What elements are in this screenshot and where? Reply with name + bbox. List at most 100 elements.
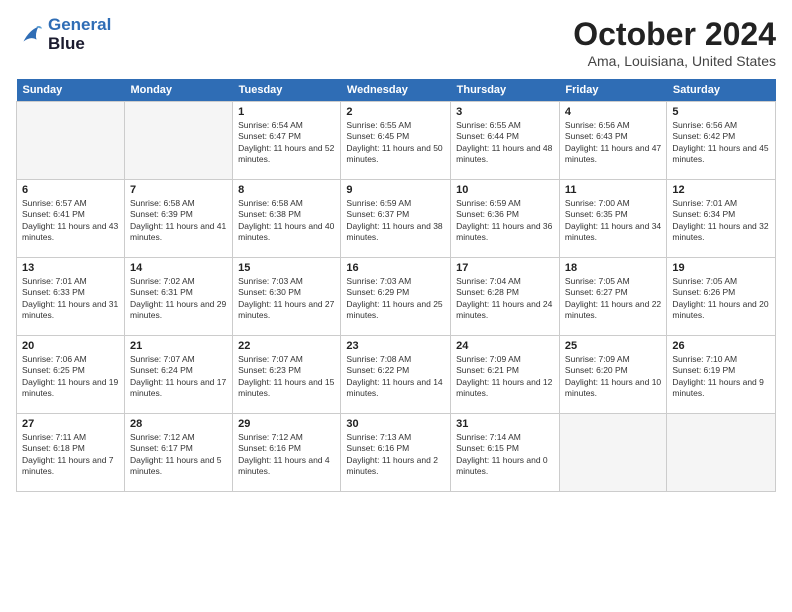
calendar-cell: 11Sunrise: 7:00 AMSunset: 6:35 PMDayligh… <box>559 180 666 258</box>
calendar-cell <box>17 102 125 180</box>
location: Ama, Louisiana, United States <box>573 53 776 69</box>
cell-content: Sunrise: 7:05 AMSunset: 6:27 PMDaylight:… <box>565 276 661 322</box>
calendar-cell: 28Sunrise: 7:12 AMSunset: 6:17 PMDayligh… <box>124 414 232 492</box>
day-number: 12 <box>672 184 770 196</box>
weekday-header-tuesday: Tuesday <box>233 79 341 102</box>
calendar-cell: 18Sunrise: 7:05 AMSunset: 6:27 PMDayligh… <box>559 258 666 336</box>
page: General Blue October 2024 Ama, Louisiana… <box>0 0 792 612</box>
calendar-cell: 27Sunrise: 7:11 AMSunset: 6:18 PMDayligh… <box>17 414 125 492</box>
cell-content: Sunrise: 7:05 AMSunset: 6:26 PMDaylight:… <box>672 276 770 322</box>
calendar-cell: 8Sunrise: 6:58 AMSunset: 6:38 PMDaylight… <box>233 180 341 258</box>
day-number: 19 <box>672 262 770 274</box>
calendar-cell: 13 Sunrise: 7:01 AMSunset: 6:33 PMDayligh… <box>17 258 125 336</box>
day-number: 27 <box>22 418 119 430</box>
day-number: 24 <box>456 340 554 352</box>
logo: General Blue <box>16 16 111 53</box>
day-number: 13 <box>22 262 119 274</box>
calendar-cell: 31 Sunrise: 7:14 AMSunset: 6:15 PMDayligh… <box>451 414 560 492</box>
calendar-cell: 19 Sunrise: 7:05 AMSunset: 6:26 PMDayligh… <box>667 258 776 336</box>
calendar-cell: 3Sunrise: 6:55 AMSunset: 6:44 PMDaylight… <box>451 102 560 180</box>
calendar-cell <box>667 414 776 492</box>
day-number: 14 <box>130 262 227 274</box>
day-number: 29 <box>238 418 335 430</box>
cell-content: Sunrise: 6:56 AMSunset: 6:43 PMDaylight:… <box>565 120 661 166</box>
cell-content: Sunrise: 7:03 AMSunset: 6:29 PMDaylight:… <box>346 276 445 322</box>
calendar-cell: 29 Sunrise: 7:12 AMSunset: 6:16 PMDayligh… <box>233 414 341 492</box>
calendar-cell: 15 Sunrise: 7:03 AMSunset: 6:30 PMDayligh… <box>233 258 341 336</box>
day-number: 17 <box>456 262 554 274</box>
day-number: 4 <box>565 106 661 118</box>
weekday-header-monday: Monday <box>124 79 232 102</box>
weekday-header-saturday: Saturday <box>667 79 776 102</box>
calendar-cell: 17 Sunrise: 7:04 AMSunset: 6:28 PMDayligh… <box>451 258 560 336</box>
calendar-cell: 1Sunrise: 6:54 AMSunset: 6:47 PMDaylight… <box>233 102 341 180</box>
calendar-cell: 4 Sunrise: 6:56 AMSunset: 6:43 PMDaylight… <box>559 102 666 180</box>
cell-content: Sunrise: 7:07 AMSunset: 6:23 PMDaylight:… <box>238 354 335 400</box>
cell-content: Sunrise: 7:12 AMSunset: 6:17 PMDaylight:… <box>130 432 227 478</box>
calendar-cell: 5Sunrise: 6:56 AMSunset: 6:42 PMDaylight… <box>667 102 776 180</box>
week-row-1: 1Sunrise: 6:54 AMSunset: 6:47 PMDaylight… <box>17 102 776 180</box>
calendar-cell: 21 Sunrise: 7:07 AMSunset: 6:24 PMDayligh… <box>124 336 232 414</box>
cell-content: Sunrise: 7:04 AMSunset: 6:28 PMDaylight:… <box>456 276 554 322</box>
calendar-cell: 24 Sunrise: 7:09 AMSunset: 6:21 PMDayligh… <box>451 336 560 414</box>
weekday-header-sunday: Sunday <box>17 79 125 102</box>
calendar-cell <box>124 102 232 180</box>
cell-content: Sunrise: 6:59 AMSunset: 6:36 PMDaylight:… <box>456 198 554 244</box>
week-row-2: 6Sunrise: 6:57 AMSunset: 6:41 PMDaylight… <box>17 180 776 258</box>
calendar-cell: 12 Sunrise: 7:01 AMSunset: 6:34 PMDayligh… <box>667 180 776 258</box>
calendar-cell: 30Sunrise: 7:13 AMSunset: 6:16 PMDayligh… <box>341 414 451 492</box>
calendar-table: SundayMondayTuesdayWednesdayThursdayFrid… <box>16 79 776 492</box>
calendar-cell: 16 Sunrise: 7:03 AMSunset: 6:29 PMDayligh… <box>341 258 451 336</box>
day-number: 9 <box>346 184 445 196</box>
weekday-header-thursday: Thursday <box>451 79 560 102</box>
day-number: 11 <box>565 184 661 196</box>
calendar-cell: 23Sunrise: 7:08 AMSunset: 6:22 PMDayligh… <box>341 336 451 414</box>
cell-content: Sunrise: 7:07 AMSunset: 6:24 PMDaylight:… <box>130 354 227 400</box>
weekday-header-row: SundayMondayTuesdayWednesdayThursdayFrid… <box>17 79 776 102</box>
day-number: 8 <box>238 184 335 196</box>
cell-content: Sunrise: 7:02 AMSunset: 6:31 PMDaylight:… <box>130 276 227 322</box>
day-number: 5 <box>672 106 770 118</box>
day-number: 10 <box>456 184 554 196</box>
calendar-cell: 10 Sunrise: 6:59 AMSunset: 6:36 PMDayligh… <box>451 180 560 258</box>
day-number: 7 <box>130 184 227 196</box>
calendar-cell: 22 Sunrise: 7:07 AMSunset: 6:23 PMDayligh… <box>233 336 341 414</box>
calendar-cell: 6Sunrise: 6:57 AMSunset: 6:41 PMDaylight… <box>17 180 125 258</box>
cell-content: Sunrise: 6:59 AMSunset: 6:37 PMDaylight:… <box>346 198 445 244</box>
day-number: 30 <box>346 418 445 430</box>
weekday-header-wednesday: Wednesday <box>341 79 451 102</box>
day-number: 16 <box>346 262 445 274</box>
month-title: October 2024 <box>573 16 776 53</box>
day-number: 15 <box>238 262 335 274</box>
cell-content: Sunrise: 7:01 AMSunset: 6:34 PMDaylight:… <box>672 198 770 244</box>
week-row-4: 20 Sunrise: 7:06 AMSunset: 6:25 PMDayligh… <box>17 336 776 414</box>
day-number: 25 <box>565 340 661 352</box>
calendar-cell: 9 Sunrise: 6:59 AMSunset: 6:37 PMDaylight… <box>341 180 451 258</box>
cell-content: Sunrise: 6:55 AMSunset: 6:45 PMDaylight:… <box>346 120 445 166</box>
day-number: 26 <box>672 340 770 352</box>
day-number: 20 <box>22 340 119 352</box>
day-number: 22 <box>238 340 335 352</box>
cell-content: Sunrise: 7:12 AMSunset: 6:16 PMDaylight:… <box>238 432 335 478</box>
weekday-header-friday: Friday <box>559 79 666 102</box>
day-number: 6 <box>22 184 119 196</box>
calendar-cell: 25 Sunrise: 7:09 AMSunset: 6:20 PMDayligh… <box>559 336 666 414</box>
logo-icon <box>16 21 44 49</box>
calendar-cell <box>559 414 666 492</box>
cell-content: Sunrise: 7:01 AMSunset: 6:33 PMDaylight:… <box>22 276 119 322</box>
week-row-3: 13 Sunrise: 7:01 AMSunset: 6:33 PMDayligh… <box>17 258 776 336</box>
cell-content: Sunrise: 6:54 AMSunset: 6:47 PMDaylight:… <box>238 120 335 166</box>
calendar-cell: 14 Sunrise: 7:02 AMSunset: 6:31 PMDayligh… <box>124 258 232 336</box>
cell-content: Sunrise: 6:58 AMSunset: 6:39 PMDaylight:… <box>130 198 227 244</box>
day-number: 2 <box>346 106 445 118</box>
cell-content: Sunrise: 7:03 AMSunset: 6:30 PMDaylight:… <box>238 276 335 322</box>
cell-content: Sunrise: 7:09 AMSunset: 6:21 PMDaylight:… <box>456 354 554 400</box>
day-number: 31 <box>456 418 554 430</box>
calendar-cell: 2 Sunrise: 6:55 AMSunset: 6:45 PMDaylight… <box>341 102 451 180</box>
cell-content: Sunrise: 7:09 AMSunset: 6:20 PMDaylight:… <box>565 354 661 400</box>
cell-content: Sunrise: 7:14 AMSunset: 6:15 PMDaylight:… <box>456 432 554 478</box>
day-number: 3 <box>456 106 554 118</box>
day-number: 21 <box>130 340 227 352</box>
title-section: October 2024 Ama, Louisiana, United Stat… <box>573 16 776 69</box>
cell-content: Sunrise: 7:06 AMSunset: 6:25 PMDaylight:… <box>22 354 119 400</box>
